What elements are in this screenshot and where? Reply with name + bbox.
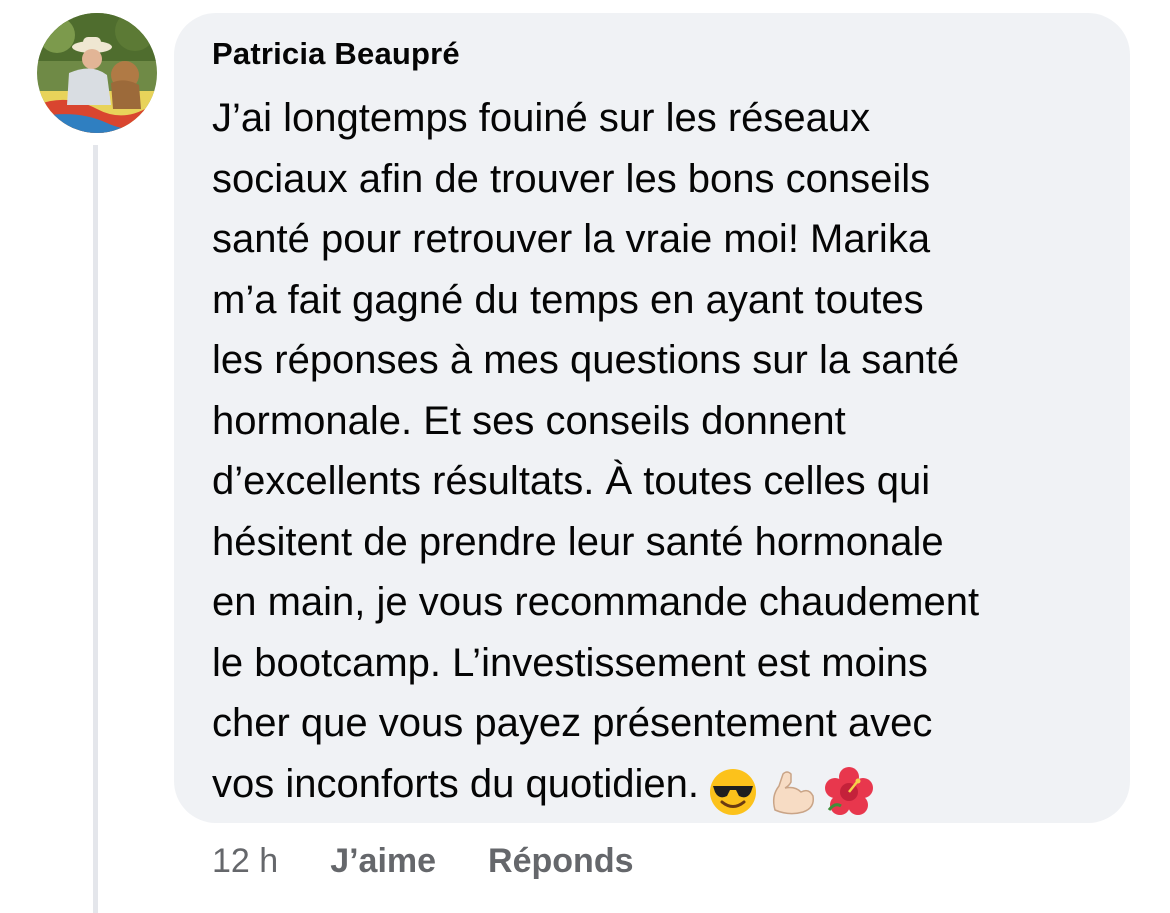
thread-line <box>93 145 98 913</box>
emoji-row <box>707 760 881 821</box>
sunglasses-face-emoji-icon <box>709 768 756 815</box>
comment-text: J’ai longtemps fouiné sur les réseaux so… <box>212 96 980 806</box>
flexed-biceps-emoji-icon <box>772 771 815 815</box>
like-button[interactable]: J’aime <box>330 842 436 881</box>
comment-timestamp[interactable]: 12 h <box>212 842 278 881</box>
comment-actions: 12 h J’aime Réponds <box>212 838 686 884</box>
hibiscus-emoji-icon <box>824 766 873 815</box>
comment-author[interactable]: Patricia Beaupré <box>212 36 460 72</box>
reply-button[interactable]: Réponds <box>488 842 633 881</box>
avatar[interactable] <box>37 13 157 133</box>
comment-thread: Patricia Beaupré J’ai longtemps fouiné s… <box>0 0 1170 913</box>
comment-body: J’ai longtemps fouiné sur les réseaux so… <box>212 88 1117 820</box>
